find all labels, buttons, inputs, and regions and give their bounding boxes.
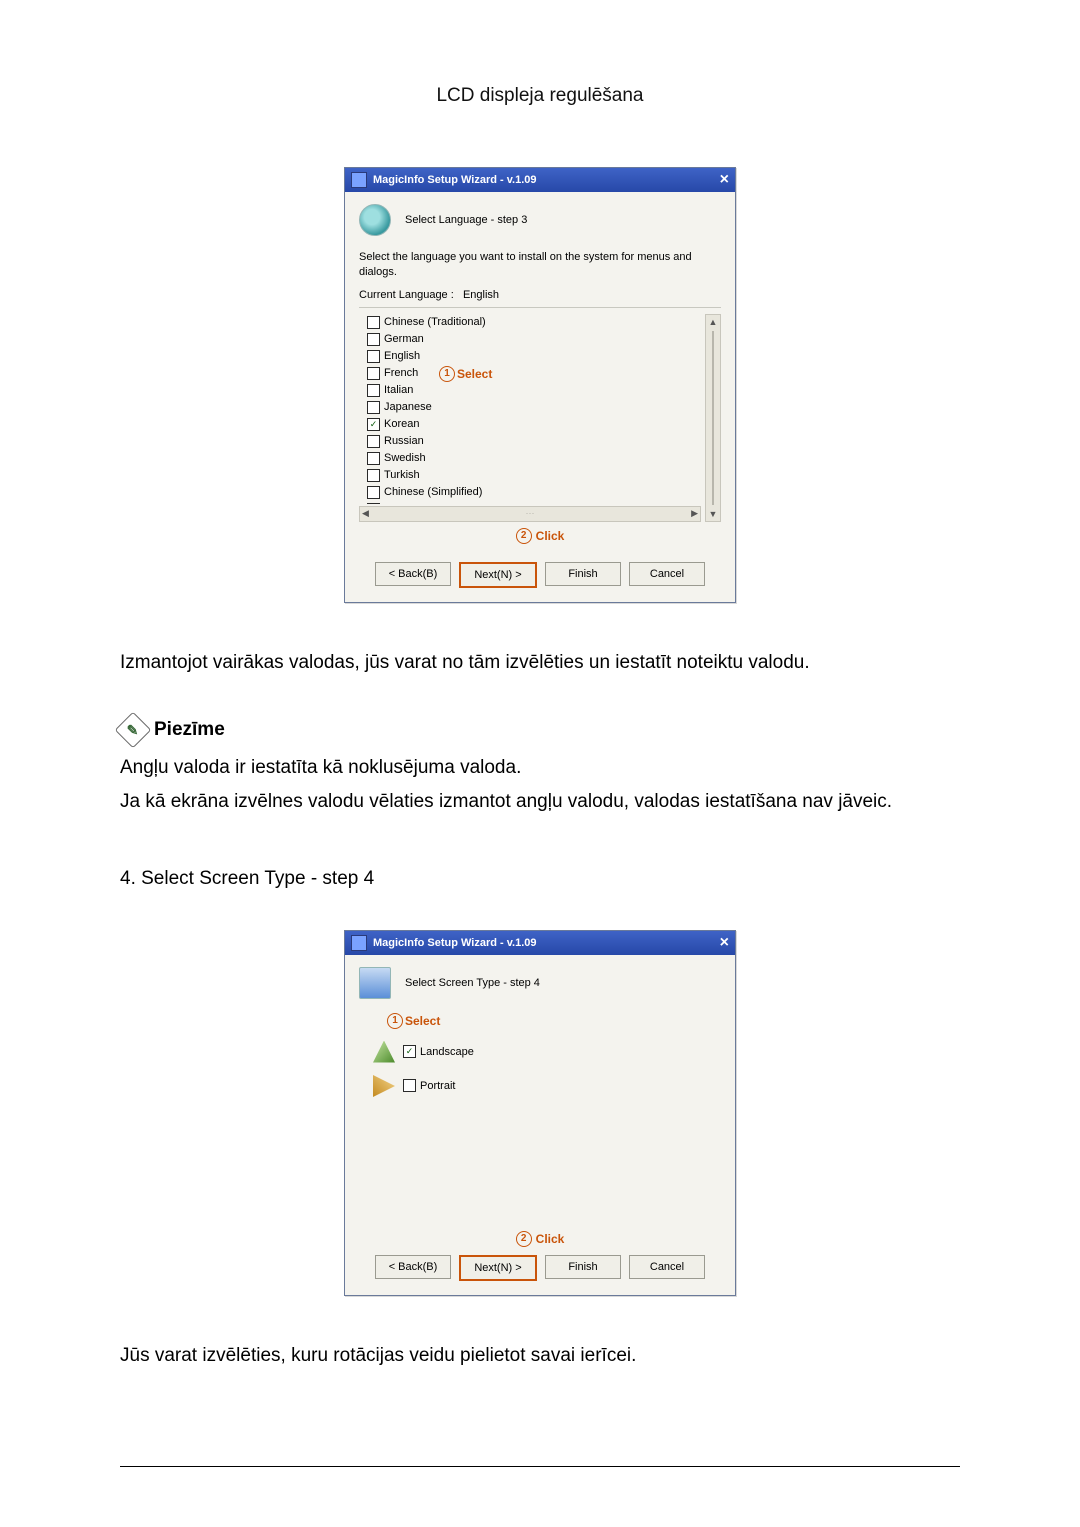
page-title: LCD displeja regulēšana [120,85,960,107]
cancel-button[interactable]: Cancel [629,1255,705,1279]
scroll-up-icon[interactable]: ▲ [709,315,718,329]
note-icon: ✎ [115,712,152,749]
note-line: Angļu valoda ir iestatīta kā noklusējuma… [120,753,960,782]
monitor-icon [359,967,391,999]
language-item[interactable]: Turkish [367,467,701,484]
globe-icon [359,204,391,236]
language-label: Russian [384,435,424,447]
language-label: Portuguese [384,503,440,504]
language-item[interactable]: Japanese [367,399,701,416]
note-line: Ja kā ekrāna izvēlnes valodu vēlaties iz… [120,787,960,816]
titlebar: MagicInfo Setup Wizard - v.1.09 × [345,931,735,955]
paragraph: Izmantojot vairākas valodas, jūs varat n… [120,648,960,677]
language-item[interactable]: German [367,331,701,348]
checkbox[interactable] [367,333,380,346]
note-block: ✎ Piezīme Angļu valoda ir iestatīta kā n… [120,717,960,816]
checkbox[interactable] [367,401,380,414]
language-label: Korean [384,418,419,430]
finish-button[interactable]: Finish [545,1255,621,1279]
option-portrait[interactable]: Portrait [373,1075,721,1097]
option-landscape[interactable]: ✓ Landscape [373,1041,721,1063]
back-button[interactable]: < Back(B) [375,562,451,586]
note-heading: Piezīme [154,719,225,741]
instruction-text: Select the language you want to install … [359,250,721,281]
checkbox[interactable] [403,1079,416,1092]
checkbox[interactable] [367,316,380,329]
step-title: Select Screen Type - step 4 [405,977,540,989]
language-label: Swedish [384,452,426,464]
language-list[interactable]: Chinese (Traditional) German English French… [359,314,701,504]
finish-button[interactable]: Finish [545,562,621,586]
scrollbar-horizontal[interactable]: ◀ ⋯ ▶ [359,506,701,522]
app-icon [351,172,367,188]
language-item[interactable]: English [367,348,701,365]
language-item[interactable]: Chinese (Simplified) [367,484,701,501]
language-item[interactable]: Portuguese [367,501,701,504]
button-row: < Back(B) Next(N) > Finish Cancel [345,1247,735,1295]
dialog-screen-type: MagicInfo Setup Wizard - v.1.09 × Select… [344,930,736,1296]
language-label: Turkish [384,469,420,481]
close-icon[interactable]: × [720,936,729,950]
scroll-down-icon[interactable]: ▼ [709,507,718,521]
step-title: Select Language - step 3 [405,214,527,226]
checkbox[interactable] [367,435,380,448]
language-item[interactable]: Swedish [367,450,701,467]
app-icon [351,935,367,951]
dialog-language: MagicInfo Setup Wizard - v.1.09 × Select… [344,167,736,603]
checkbox[interactable] [367,384,380,397]
button-row: < Back(B) Next(N) > Finish Cancel [345,554,735,602]
footer-rule [120,1466,960,1467]
language-item[interactable]: French [367,365,701,382]
language-label: Japanese [384,401,432,413]
checkbox[interactable] [367,486,380,499]
language-label: English [384,350,420,362]
language-item[interactable]: Italian [367,382,701,399]
checkbox[interactable] [367,469,380,482]
language-label: Chinese (Traditional) [384,316,486,328]
titlebar: MagicInfo Setup Wizard - v.1.09 × [345,168,735,192]
paragraph: Jūs varat izvēlēties, kuru rotācijas vei… [120,1341,960,1370]
landscape-icon [373,1041,395,1063]
scroll-right-icon[interactable]: ▶ [691,508,698,519]
option-label: Landscape [420,1046,474,1058]
checkbox[interactable]: ✓ [403,1045,416,1058]
language-label: Italian [384,384,413,396]
portrait-icon [373,1075,395,1097]
checkbox[interactable] [367,503,380,504]
language-item[interactable]: Chinese (Traditional) [367,314,701,331]
cancel-button[interactable]: Cancel [629,562,705,586]
dialog-title: MagicInfo Setup Wizard - v.1.09 [373,174,537,186]
callout-select: 1 Select [387,1013,440,1029]
dialog-title: MagicInfo Setup Wizard - v.1.09 [373,937,537,949]
language-item[interactable]: ✓ Korean [367,416,701,433]
callout-click: 2 Click [359,528,721,544]
next-button[interactable]: Next(N) > [459,1255,537,1281]
next-button[interactable]: Next(N) > [459,562,537,588]
close-icon[interactable]: × [720,173,729,187]
option-label: Portrait [420,1080,455,1092]
checkbox[interactable] [367,367,380,380]
scroll-left-icon[interactable]: ◀ [362,508,369,519]
checkbox[interactable]: ✓ [367,418,380,431]
scroll-thumb[interactable] [712,331,714,505]
language-label: Chinese (Simplified) [384,486,482,498]
step4-heading: 4. Select Screen Type - step 4 [120,864,960,893]
checkbox[interactable] [367,350,380,363]
checkbox[interactable] [367,452,380,465]
current-language: Current Language : English [359,289,721,301]
scrollbar-vertical[interactable]: ▲ ▼ [705,314,721,522]
language-label: German [384,333,424,345]
language-item[interactable]: Russian [367,433,701,450]
callout-click: 2 Click [345,1231,735,1247]
back-button[interactable]: < Back(B) [375,1255,451,1279]
callout-select: 1 Select [439,366,492,382]
language-label: French [384,367,418,379]
